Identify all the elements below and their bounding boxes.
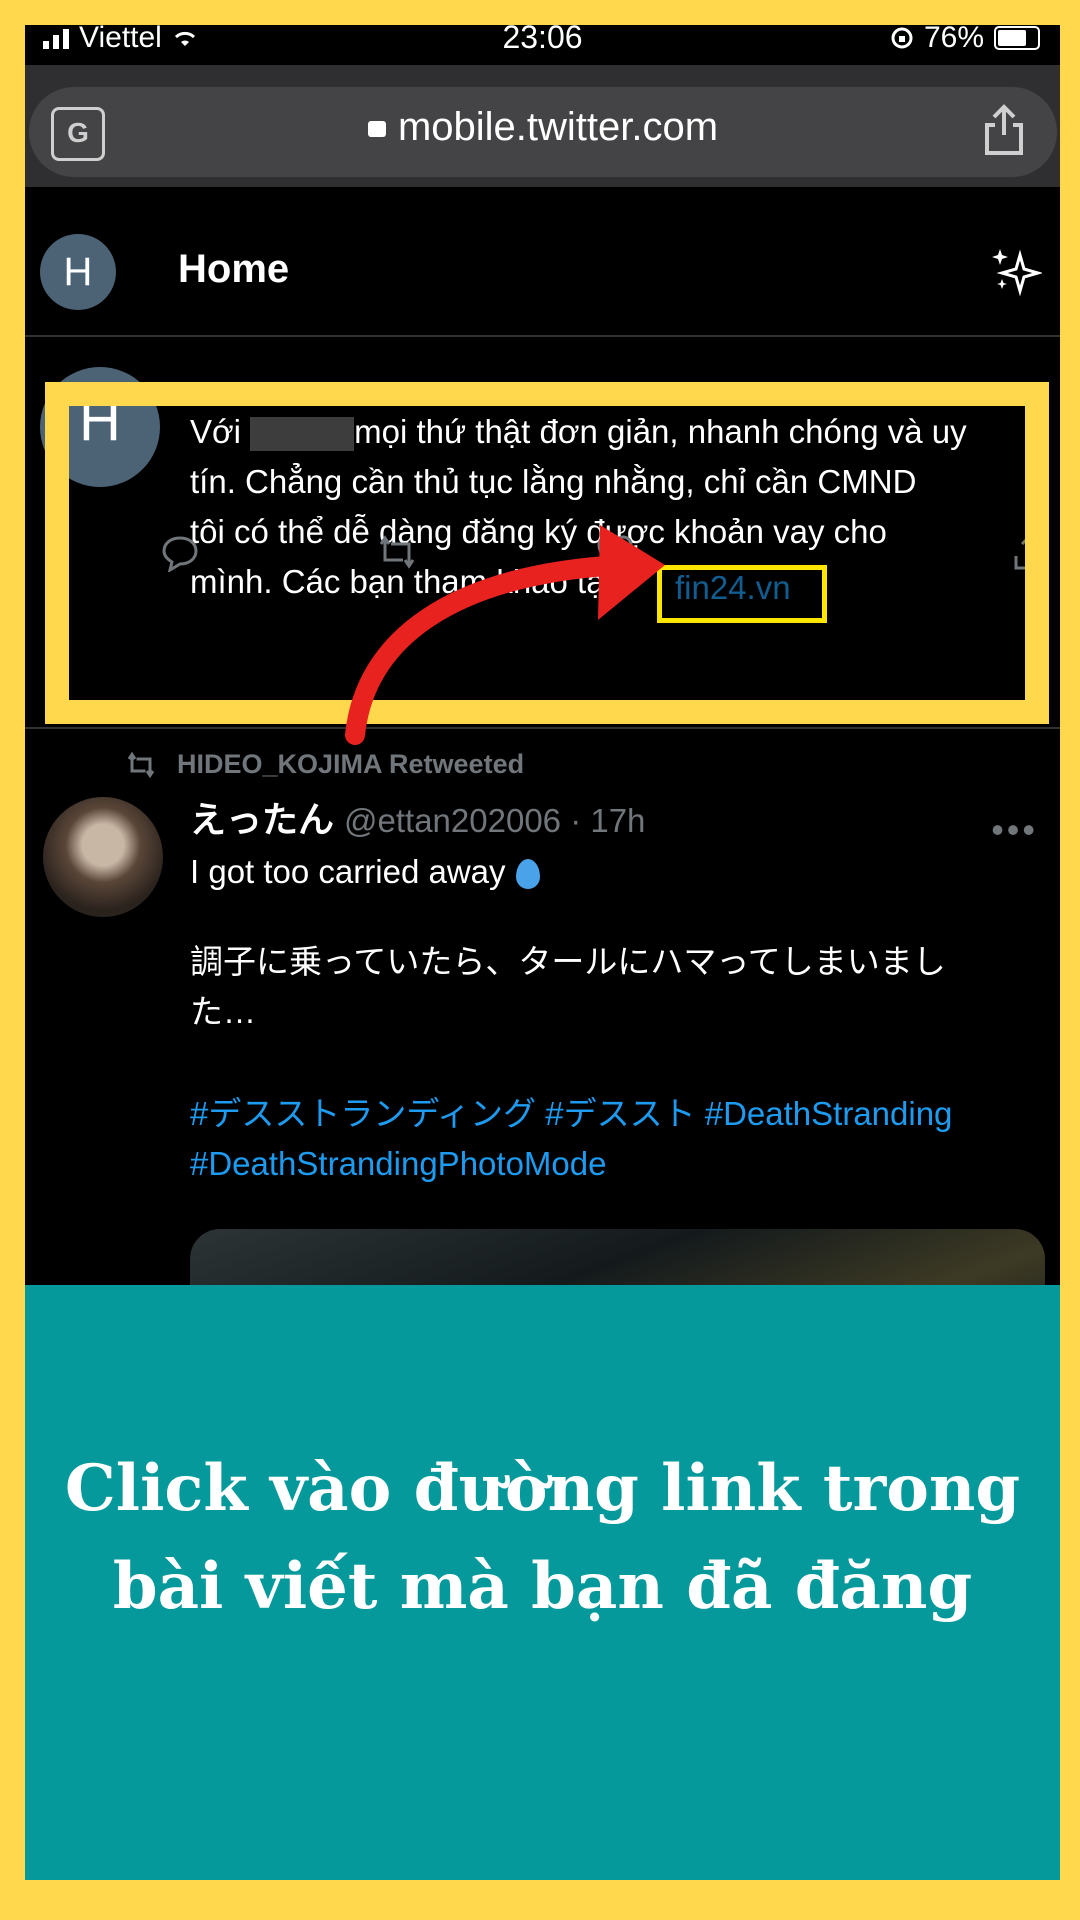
droplet-emoji	[515, 859, 540, 890]
lock-icon	[367, 121, 386, 137]
status-right: 76%	[890, 25, 1040, 55]
tweet-text-en: I got too carried away	[190, 847, 1050, 897]
profile-avatar[interactable]: H	[40, 234, 116, 310]
instruction-text: Click vào đường link trong bài viết mà b…	[64, 1451, 1021, 1624]
retweet-line: HIDEO_KOJIMA Retweeted	[123, 749, 524, 780]
battery-percent: 76%	[923, 25, 984, 54]
author-handle: @ettan202006 · 17h	[344, 802, 646, 839]
tweet-card-highlighted[interactable]: H Với mọi thứ thật đơn giản, nhanh chóng…	[25, 337, 1060, 727]
tweet-text-jp: 調子に乗っていたら、タールにハマってしまいました…	[190, 943, 946, 1030]
tweet-text-en-label: I got too carried away	[190, 853, 506, 890]
retweet-small-icon	[127, 751, 155, 778]
battery-icon	[994, 26, 1040, 50]
browser-toolbar: G mobile.twitter.com	[25, 65, 1060, 187]
url-text[interactable]: mobile.twitter.com	[29, 105, 1057, 150]
tweet-card[interactable]: HIDEO_KOJIMA Retweeted えったん @ettan202006 …	[25, 727, 1060, 1389]
url-label: mobile.twitter.com	[397, 105, 719, 149]
instruction-banner: Click vào đường link trong bài viết mà b…	[25, 1285, 1060, 1880]
author-name: えったん	[190, 799, 335, 840]
share-icon[interactable]	[981, 103, 1027, 157]
tweet-avatar[interactable]	[43, 797, 163, 917]
twitter-header: H Home	[25, 187, 1060, 337]
retweet-label: HIDEO_KOJIMA Retweeted	[177, 749, 525, 779]
divider	[25, 727, 1060, 729]
highlight-frame	[45, 382, 1049, 724]
page-title: Home	[178, 247, 290, 291]
screenshot-frame: Viettel 23:06 76% G mobile.twitter.com H…	[25, 25, 1060, 1880]
tweet-author[interactable]: えったん @ettan202006 · 17h	[190, 791, 645, 843]
status-bar: Viettel 23:06 76%	[25, 25, 1060, 65]
orientation-lock-icon	[891, 27, 913, 49]
more-options-icon[interactable]: •••	[991, 809, 1038, 851]
tweet-hashtags[interactable]: #デスストランディング #デススト #DeathStranding #Death…	[190, 1089, 1050, 1189]
address-bar[interactable]: G mobile.twitter.com	[29, 87, 1057, 177]
sparkle-icon[interactable]	[990, 245, 1042, 297]
